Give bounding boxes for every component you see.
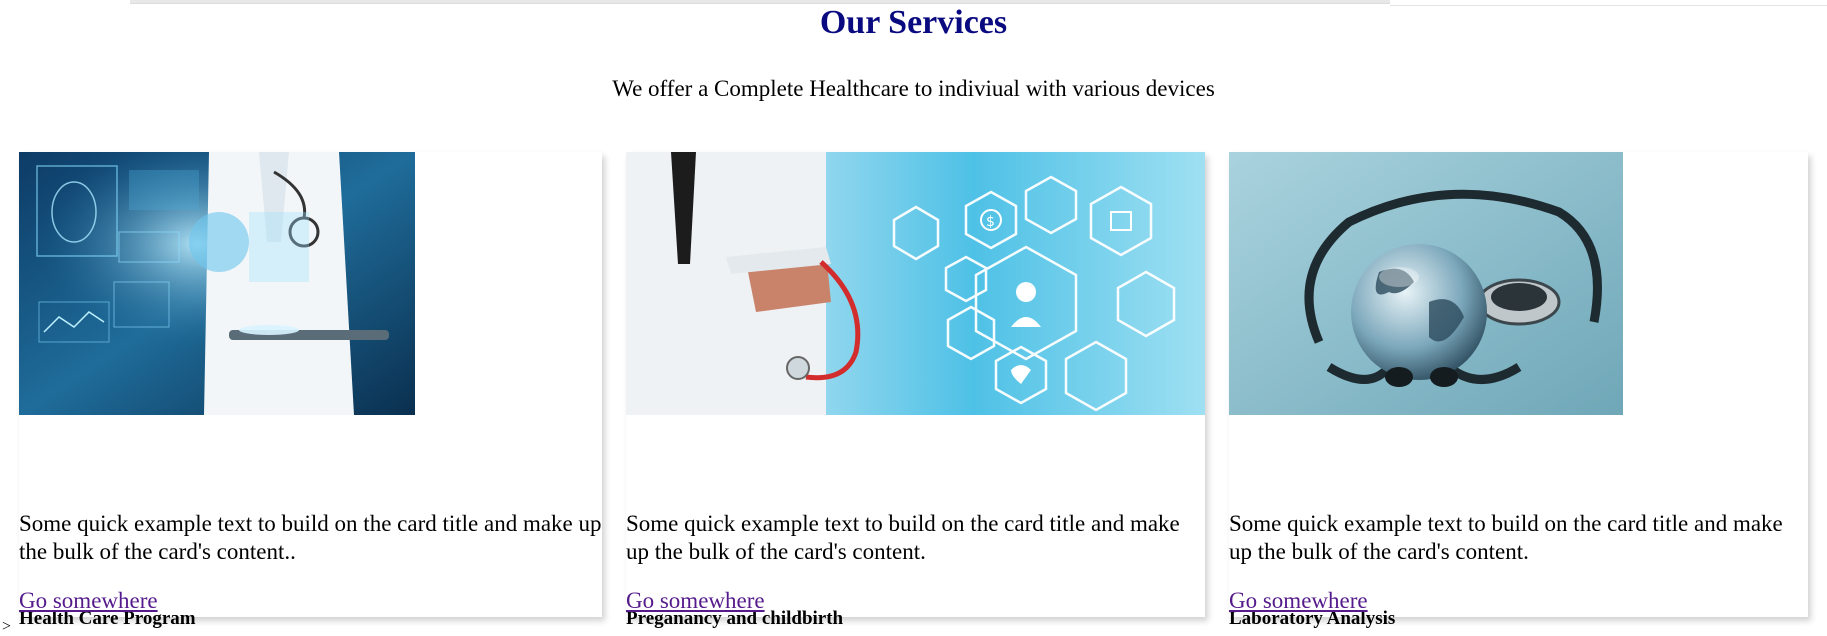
card-text: Some quick example text to build on the … [1229,511,1783,564]
page-title: Our Services [819,4,1008,41]
go-somewhere-link[interactable]: Go somewhere [626,588,765,614]
svg-text:$: $ [986,214,995,230]
page-subtitle: We offer a Complete Healthcare to indivi… [612,76,1215,101]
card-image-doctor-tablet [19,152,415,415]
service-card-laboratory: Laboratory Analysis Some quick example t… [1229,152,1808,629]
card-image-doctor-medical-icons: $ [626,152,1205,415]
go-somewhere-link[interactable]: Go somewhere [1229,588,1368,614]
card-text: Some quick example text to build on the … [626,511,1180,564]
card-text: Some quick example text to build on the … [19,511,602,564]
go-somewhere-link[interactable]: Go somewhere [19,588,158,614]
service-card-health-care: Health Care Program Some quick example t… [19,152,602,629]
card-image-globe-stethoscope [1229,152,1623,415]
service-card-pregnancy: $ Preganancy and childbirth Some quick e… [626,152,1205,629]
stray-text: > [2,618,12,635]
